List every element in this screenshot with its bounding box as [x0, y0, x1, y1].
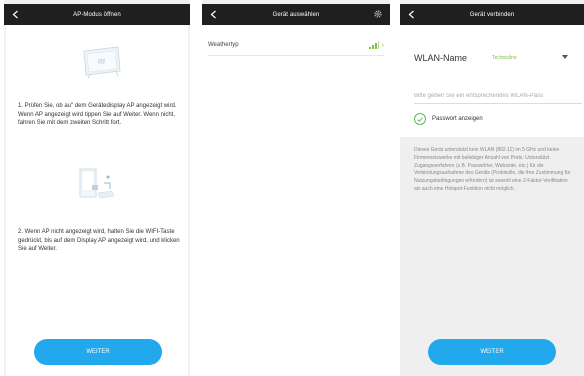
page-title: Gerät verbinden — [469, 11, 515, 18]
chevron-right-icon: › — [381, 41, 384, 49]
step-2-text: 2. Wenn AP nicht angezeigt wird, halten … — [18, 229, 180, 253]
device-name: Weathertyp — [208, 42, 239, 48]
info-panel: Dieses Gerät unterstützt kein WLAN (802.… — [400, 137, 584, 376]
screen-connect-device: Gerät verbinden WLAN-Name Technicline Pa… — [400, 0, 584, 376]
illustration-label: Rf — [98, 59, 105, 66]
back-arrow-icon — [12, 10, 18, 18]
show-password-label: Passwort anzeigen — [432, 116, 483, 122]
back-button[interactable] — [404, 7, 418, 21]
screen-select-device: Gerät auswählen Weathertyp › — [202, 0, 390, 376]
check-circle-icon[interactable] — [414, 113, 426, 125]
step-1-text: 1. Prüfen Sie, ob au" dem Gerätedisplay … — [18, 103, 177, 127]
back-arrow-icon — [408, 10, 414, 18]
device-wifi-button-illustration — [79, 168, 115, 199]
wlan-name-select[interactable]: Technicline — [492, 55, 517, 61]
list-item-device[interactable]: Weathertyp › — [208, 35, 384, 56]
device-display-illustration: Rf — [83, 46, 121, 79]
wlan-name-label: WLAN-Name — [414, 53, 468, 63]
next-button[interactable]: WEITER — [34, 339, 162, 365]
back-button[interactable] — [8, 7, 22, 21]
show-password-toggle[interactable]: Passwort anzeigen — [414, 113, 483, 125]
dropdown-arrow-icon[interactable] — [562, 55, 568, 59]
page-title: Gerät auswählen — [272, 11, 320, 18]
back-button[interactable] — [206, 7, 220, 21]
connect-form: WLAN-Name Technicline Passwort anzeigen … — [400, 25, 584, 376]
screen-ap-mode: AP-Modus öffnen Rf 1. Prüfen Sie, ob au"… — [4, 0, 190, 376]
top-bar: Gerät auswählen — [202, 4, 390, 25]
next-button[interactable]: WEITER — [428, 339, 556, 365]
password-input[interactable] — [414, 89, 582, 104]
top-bar: Gerät verbinden — [400, 4, 584, 25]
top-bar: AP-Modus öffnen — [4, 4, 190, 25]
gear-icon — [374, 10, 382, 18]
network-note: Dieses Gerät unterstützt kein WLAN (802.… — [414, 147, 571, 192]
device-list: Weathertyp › — [202, 25, 390, 376]
settings-button[interactable] — [372, 8, 384, 20]
ap-instructions: Rf 1. Prüfen Sie, ob au" dem Gerätedispl… — [6, 25, 188, 376]
page-title: AP-Modus öffnen — [73, 11, 121, 18]
back-arrow-icon — [210, 10, 216, 18]
wifi-signal-icon — [368, 41, 379, 49]
